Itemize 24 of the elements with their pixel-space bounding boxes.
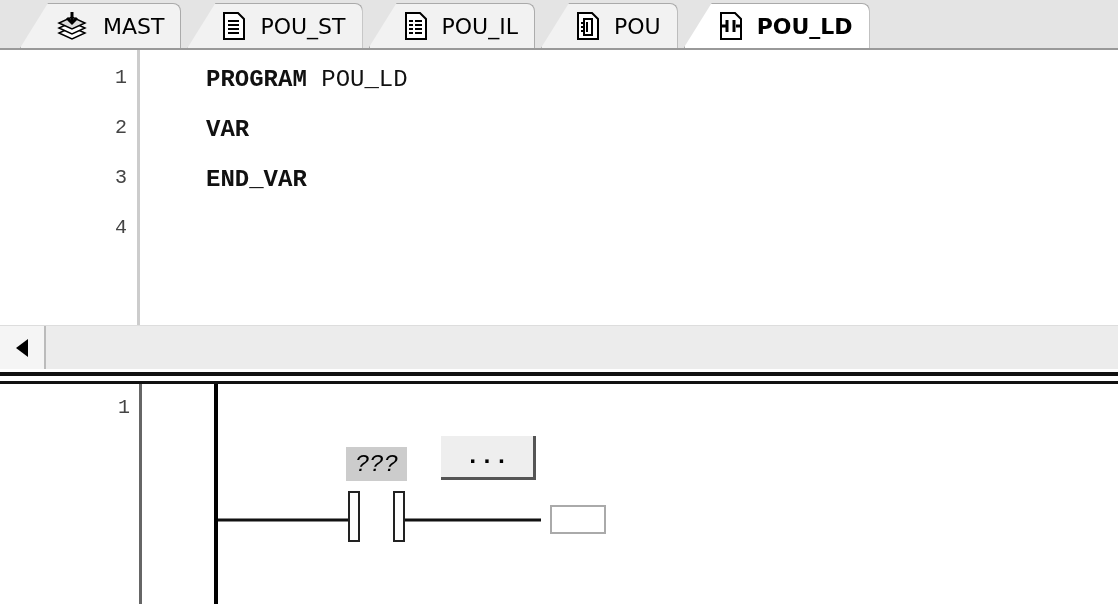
contact-document-icon: [718, 11, 743, 41]
block-document-icon: [575, 11, 600, 41]
code-line: END_VAR: [206, 166, 307, 193]
code-line: VAR: [206, 116, 250, 143]
line-number: 1: [115, 66, 127, 89]
line-number: 2: [115, 116, 127, 139]
tab[interactable]: POU_LD: [683, 3, 870, 48]
tab[interactable]: POU_IL: [368, 3, 535, 48]
line-number: 3: [115, 166, 127, 189]
scroll-left-icon[interactable]: [16, 338, 28, 357]
contact-variable-label[interactable]: ???: [346, 447, 407, 481]
list-document-icon: [403, 11, 428, 41]
line-number: 4: [115, 216, 127, 239]
document-icon: [222, 11, 247, 41]
tab[interactable]: POU_ST: [187, 3, 363, 48]
pane-splitter[interactable]: [0, 372, 1118, 384]
horizontal-scrollbar[interactable]: [0, 325, 1118, 369]
stack-icon: [55, 11, 89, 41]
browse-button[interactable]: ...: [441, 436, 536, 480]
tab[interactable]: MAST: [20, 3, 182, 48]
code-line: PROGRAM POU_LD: [206, 66, 408, 93]
contact-symbol[interactable]: [348, 491, 405, 542]
tab[interactable]: POU: [540, 3, 678, 48]
rung-number: 1: [117, 396, 130, 419]
